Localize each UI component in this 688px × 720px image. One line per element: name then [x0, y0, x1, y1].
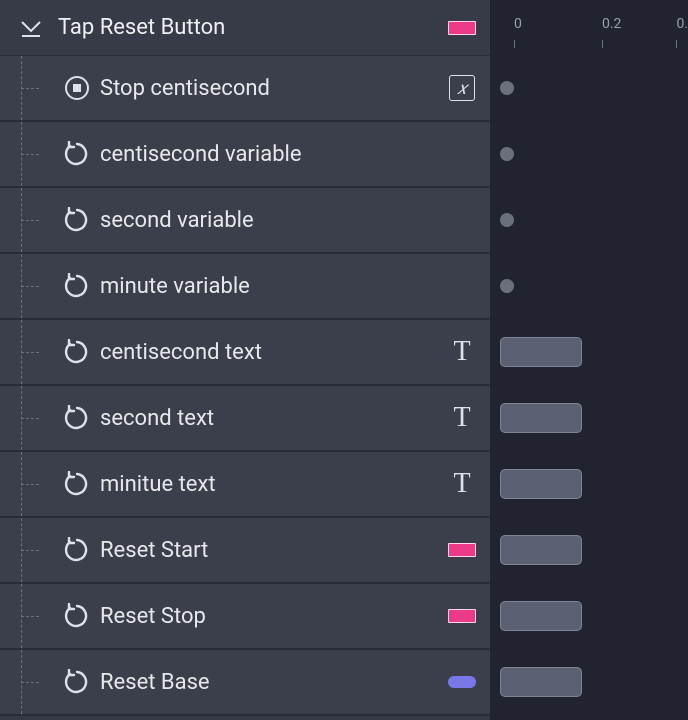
text-badge: T	[448, 404, 476, 432]
tree-gutter	[0, 650, 62, 714]
timeline-row[interactable]	[490, 254, 688, 320]
trigger-arrow-icon	[18, 15, 44, 41]
tree-gutter	[0, 254, 62, 318]
reset-icon	[62, 403, 92, 433]
tree-gutter	[0, 56, 62, 120]
action-row[interactable]: centisecond text T	[0, 320, 490, 386]
keyframe-dot[interactable]	[500, 213, 514, 227]
action-label: centisecond text	[92, 340, 440, 365]
action-row[interactable]: Reset Stop	[0, 584, 490, 650]
action-label: minute variable	[92, 274, 476, 299]
reset-icon	[62, 667, 92, 697]
reset-icon	[62, 601, 92, 631]
action-row[interactable]: centisecond variable	[0, 122, 490, 188]
layer-swatch-magenta	[448, 602, 476, 630]
tree-gutter	[0, 584, 62, 648]
tree-gutter	[0, 122, 62, 186]
stop-icon	[62, 73, 92, 103]
keyframe-dot[interactable]	[500, 147, 514, 161]
reset-icon	[62, 535, 92, 565]
action-row[interactable]: minute variable	[0, 254, 490, 320]
timeline-row[interactable]	[490, 188, 688, 254]
duration-bar[interactable]	[500, 601, 582, 631]
ruler-tick: 0	[514, 16, 522, 32]
action-row[interactable]: minitue text T	[0, 452, 490, 518]
reset-icon	[62, 337, 92, 367]
action-label: Reset Start	[92, 538, 440, 563]
action-row[interactable]: Reset Start	[0, 518, 490, 584]
variable-badge: 𝑥	[448, 74, 476, 102]
timeline-row[interactable]	[490, 518, 688, 584]
tree-gutter	[0, 452, 62, 516]
timeline-row[interactable]	[490, 452, 688, 518]
action-label: centisecond variable	[92, 142, 476, 167]
duration-bar[interactable]	[500, 535, 582, 565]
action-label: minitue text	[92, 472, 440, 497]
timeline-row[interactable]	[490, 122, 688, 188]
timeline-ruler[interactable]: 0 0.2 0.	[490, 0, 688, 56]
keyframe-dot[interactable]	[500, 279, 514, 293]
tree-gutter	[0, 188, 62, 252]
action-label: Stop centisecond	[92, 76, 440, 101]
tree-gutter	[0, 386, 62, 450]
action-label: Reset Stop	[92, 604, 440, 629]
duration-bar[interactable]	[500, 667, 582, 697]
action-row[interactable]: Stop centisecond 𝑥	[0, 56, 490, 122]
layer-swatch-purple	[448, 668, 476, 696]
text-badge: T	[448, 338, 476, 366]
reset-icon	[62, 205, 92, 235]
timeline-row[interactable]	[490, 56, 688, 122]
action-row[interactable]: second text T	[0, 386, 490, 452]
timeline-row[interactable]	[490, 320, 688, 386]
action-label: Reset Base	[92, 670, 440, 695]
timeline-row[interactable]	[490, 386, 688, 452]
tree-gutter	[0, 518, 62, 582]
reset-icon	[62, 469, 92, 499]
duration-bar[interactable]	[500, 403, 582, 433]
action-label: second variable	[92, 208, 476, 233]
tree-gutter	[0, 320, 62, 384]
trigger-header-row[interactable]: Tap Reset Button	[0, 0, 490, 56]
keyframe-dot[interactable]	[500, 81, 514, 95]
reset-icon	[62, 139, 92, 169]
reset-icon	[62, 271, 92, 301]
duration-bar[interactable]	[500, 337, 582, 367]
layer-swatch-magenta	[448, 536, 476, 564]
timeline-row[interactable]	[490, 584, 688, 650]
layer-swatch-magenta	[448, 14, 476, 42]
action-label: second text	[92, 406, 440, 431]
action-row[interactable]: second variable	[0, 188, 490, 254]
duration-bar[interactable]	[500, 469, 582, 499]
ruler-tick: 0.	[676, 16, 688, 32]
trigger-title: Tap Reset Button	[58, 15, 426, 40]
text-badge: T	[448, 470, 476, 498]
timeline-row[interactable]	[490, 650, 688, 716]
ruler-tick: 0.2	[602, 16, 621, 32]
action-row[interactable]: Reset Base	[0, 650, 490, 716]
